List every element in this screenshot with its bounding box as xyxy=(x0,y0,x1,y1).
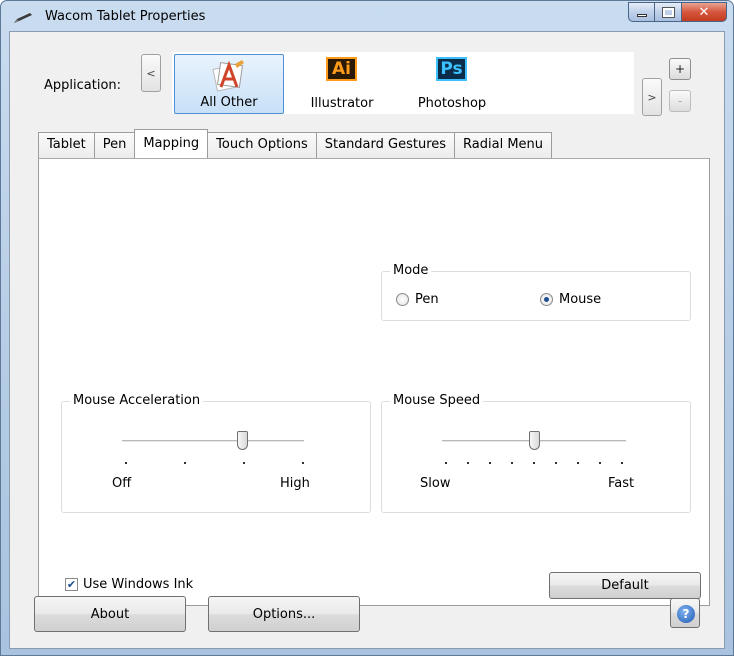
about-button[interactable]: About xyxy=(34,596,186,632)
add-application-button[interactable]: + xyxy=(669,58,691,80)
use-windows-ink-checkbox[interactable]: ✔ Use Windows Ink xyxy=(65,577,193,592)
mouse-speed-slider[interactable] xyxy=(442,424,626,470)
mode-mouse-label: Mouse xyxy=(559,292,602,307)
slider-tick xyxy=(511,462,513,464)
slider-tick xyxy=(621,462,623,464)
mode-pen-radio[interactable]: Pen xyxy=(396,292,439,307)
default-button[interactable]: Default xyxy=(549,572,701,599)
slider-tick xyxy=(184,462,186,464)
mapping-tab-panel: Mode Pen Mouse Mouse Acceleration Off Hi… xyxy=(38,158,710,606)
dialog-client-area: Application: < All Other Ai Illustrator … xyxy=(9,31,725,649)
checkbox-box[interactable]: ✔ xyxy=(65,578,78,591)
app-scroll-left-button[interactable]: < xyxy=(141,54,161,92)
app-item-label: Illustrator xyxy=(310,96,374,111)
illustrator-icon: Ai xyxy=(326,57,357,81)
slider-tick xyxy=(489,462,491,464)
mode-pen-label: Pen xyxy=(415,292,439,307)
mouse-acceleration-min-label: Off xyxy=(112,476,132,491)
tab-strip: Tablet Pen Mapping Touch Options Standar… xyxy=(38,129,553,158)
application-label: Application: xyxy=(44,78,122,93)
slider-thumb[interactable] xyxy=(237,431,248,450)
wacom-properties-window: Wacom Tablet Properties ✕ Application: <… xyxy=(0,0,734,656)
close-icon: ✕ xyxy=(698,4,710,20)
mouse-acceleration-max-label: High xyxy=(280,476,310,491)
options-button[interactable]: Options... xyxy=(208,596,360,632)
app-item-illustrator[interactable]: Ai Illustrator xyxy=(290,54,394,114)
app-item-label: All Other xyxy=(200,95,258,110)
tab-radial-menu[interactable]: Radial Menu xyxy=(454,132,553,158)
slider-tick xyxy=(533,462,535,464)
close-button[interactable]: ✕ xyxy=(682,2,727,22)
tab-tablet[interactable]: Tablet xyxy=(38,132,95,158)
slider-tick xyxy=(302,462,304,464)
caption-buttons: ✕ xyxy=(628,2,727,22)
remove-application-button[interactable]: - xyxy=(669,90,691,112)
photoshop-icon: Ps xyxy=(436,57,467,81)
mouse-speed-title: Mouse Speed xyxy=(390,393,484,408)
maximize-icon xyxy=(661,6,675,18)
slider-tick xyxy=(577,462,579,464)
application-list: All Other Ai Illustrator Ps Photoshop xyxy=(172,52,634,114)
mode-group: Mode Pen Mouse xyxy=(381,263,691,321)
app-item-photoshop[interactable]: Ps Photoshop xyxy=(400,54,504,114)
slider-tick xyxy=(125,462,127,464)
help-icon: ? xyxy=(677,605,695,623)
tab-standard-gestures[interactable]: Standard Gestures xyxy=(315,132,456,158)
tab-mapping[interactable]: Mapping xyxy=(134,129,209,158)
maximize-button[interactable] xyxy=(655,2,682,22)
mode-group-title: Mode xyxy=(390,263,432,278)
use-windows-ink-label: Use Windows Ink xyxy=(83,577,194,592)
radio-button[interactable] xyxy=(540,293,553,306)
minimize-icon xyxy=(636,13,647,17)
mouse-acceleration-slider[interactable] xyxy=(122,424,304,470)
mouse-acceleration-title: Mouse Acceleration xyxy=(70,393,204,408)
mouse-speed-min-label: Slow xyxy=(420,476,451,491)
pen-app-icon xyxy=(14,13,32,23)
slider-track xyxy=(122,440,304,443)
mouse-speed-group: Mouse Speed Slow Fast xyxy=(381,393,691,513)
radio-button[interactable] xyxy=(396,293,409,306)
mode-mouse-radio[interactable]: Mouse xyxy=(540,292,601,307)
mouse-speed-max-label: Fast xyxy=(608,476,635,491)
slider-tick xyxy=(445,462,447,464)
tab-touch-options[interactable]: Touch Options xyxy=(207,132,317,158)
all-other-app-icon xyxy=(212,60,244,92)
slider-tick xyxy=(555,462,557,464)
app-item-all-other[interactable]: All Other xyxy=(174,54,284,114)
tab-pen[interactable]: Pen xyxy=(93,132,136,158)
window-title: Wacom Tablet Properties xyxy=(45,9,206,24)
app-item-label: Photoshop xyxy=(417,96,487,111)
slider-tick xyxy=(467,462,469,464)
mouse-acceleration-group: Mouse Acceleration Off High xyxy=(61,393,371,513)
help-button[interactable]: ? xyxy=(670,598,700,628)
slider-tick xyxy=(599,462,601,464)
slider-thumb[interactable] xyxy=(529,431,540,450)
title-bar[interactable]: Wacom Tablet Properties ✕ xyxy=(1,1,733,33)
minimize-button[interactable] xyxy=(628,2,655,22)
app-scroll-right-button[interactable]: > xyxy=(642,78,662,116)
slider-tick xyxy=(243,462,245,464)
